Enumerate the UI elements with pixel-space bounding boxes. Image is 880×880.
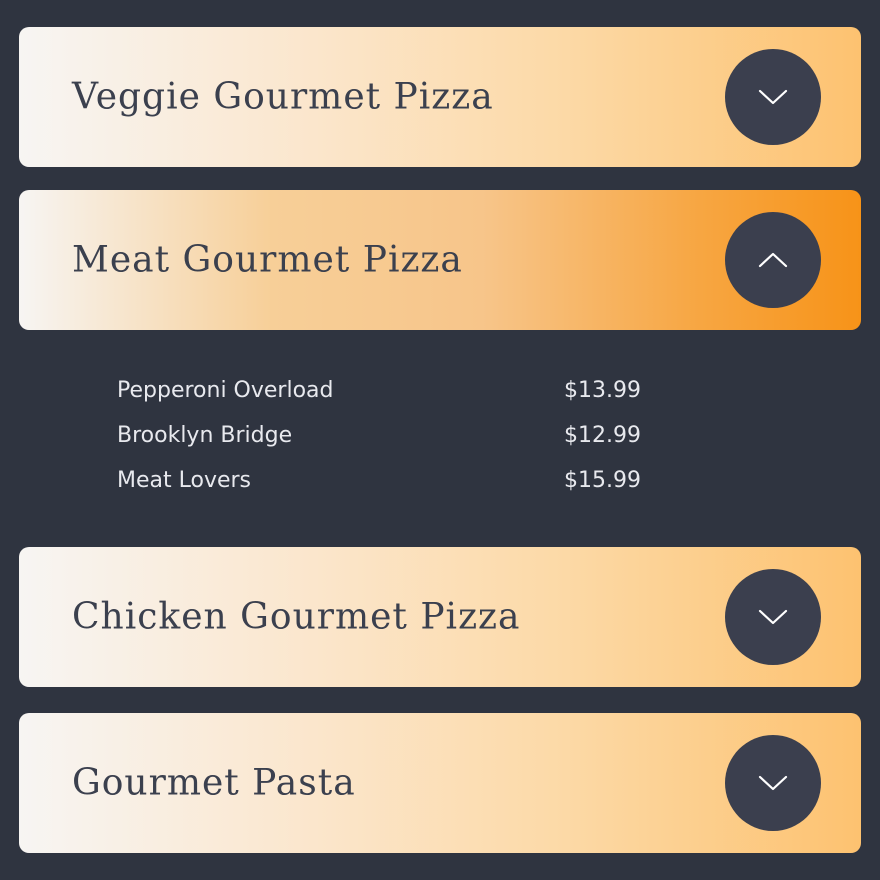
accordion-gourmet-pasta[interactable]: Gourmet Pasta [19, 713, 861, 853]
menu-item: Pepperoni Overload $13.99 [117, 370, 677, 415]
menu-item: Meat Lovers $15.99 [117, 460, 677, 505]
expand-button-pasta[interactable] [725, 735, 821, 831]
expand-button-veggie[interactable] [725, 49, 821, 145]
menu-item-name: Brooklyn Bridge [117, 423, 293, 448]
chevron-down-icon [758, 89, 788, 105]
chevron-up-icon [758, 252, 788, 268]
menu-item: Brooklyn Bridge $12.99 [117, 415, 677, 460]
section-title-veggie: Veggie Gourmet Pizza [72, 76, 494, 118]
chevron-down-icon [758, 775, 788, 791]
accordion-veggie-gourmet-pizza[interactable]: Veggie Gourmet Pizza [19, 27, 861, 167]
menu-item-name: Meat Lovers [117, 468, 252, 493]
chevron-down-icon [758, 609, 788, 625]
menu-item-name: Pepperoni Overload [117, 378, 334, 403]
section-title-chicken: Chicken Gourmet Pizza [72, 596, 521, 638]
accordion-meat-gourmet-pizza[interactable]: Meat Gourmet Pizza [19, 190, 861, 330]
meat-gourmet-pizza-panel: Pepperoni Overload $13.99 Brooklyn Bridg… [117, 370, 677, 505]
expand-button-chicken[interactable] [725, 569, 821, 665]
menu-item-price: $15.99 [564, 468, 641, 493]
accordion-chicken-gourmet-pizza[interactable]: Chicken Gourmet Pizza [19, 547, 861, 687]
section-title-meat: Meat Gourmet Pizza [72, 239, 463, 281]
menu-item-price: $12.99 [564, 423, 641, 448]
section-title-pasta: Gourmet Pasta [72, 762, 356, 804]
collapse-button-meat[interactable] [725, 212, 821, 308]
menu-item-price: $13.99 [564, 378, 641, 403]
